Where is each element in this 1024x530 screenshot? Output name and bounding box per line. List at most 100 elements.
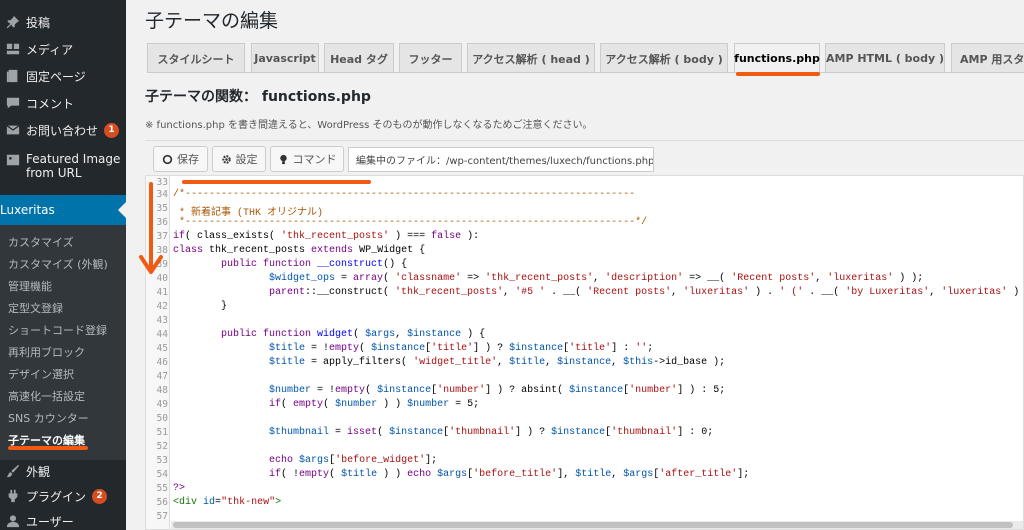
tab-functions-php[interactable]: functions.php xyxy=(734,43,820,73)
code-line: public function __construct() { xyxy=(221,259,408,270)
submenu-customize[interactable]: カスタマイズ xyxy=(8,234,74,250)
sidebar-item-label-2: from URL xyxy=(26,166,82,180)
line-number: 54 xyxy=(156,469,168,480)
luxeritas-submenu: カスタマイズ カスタマイズ (外観) 管理機能 定型文登録 ショートコード登録 … xyxy=(0,225,126,460)
submenu-management[interactable]: 管理機能 xyxy=(8,278,52,294)
line-number: 49 xyxy=(156,399,168,410)
submenu-speedup-settings[interactable]: 高速化一括設定 xyxy=(8,388,85,404)
line-number: 47 xyxy=(156,371,168,382)
toolbar-divider xyxy=(145,140,1024,141)
tab-head-tag[interactable]: Head タグ xyxy=(324,43,394,73)
line-number: 45 xyxy=(156,343,168,354)
submenu-phrase-register[interactable]: 定型文登録 xyxy=(8,300,63,316)
line-number: 44 xyxy=(156,329,168,340)
annotation-underline-submenu xyxy=(8,446,88,450)
code-line: public function widget( $args, $instance… xyxy=(221,329,486,340)
annotation-underline-toolbar xyxy=(182,180,371,184)
brush-icon xyxy=(0,464,26,478)
line-number: 52 xyxy=(156,441,168,452)
code-line: if( class_exists( 'thk_recent_posts' ) =… xyxy=(173,231,480,242)
annotation-arrow-down-icon xyxy=(139,182,163,274)
submenu-design-select[interactable]: デザイン選択 xyxy=(8,366,74,382)
code-line: <div id="thk-new"> xyxy=(173,497,282,508)
submenu-customize-appearance[interactable]: カスタマイズ (外観) xyxy=(8,256,108,272)
sidebar-item-contact[interactable]: お問い合わせ 1 xyxy=(0,120,126,140)
tab-stylesheet[interactable]: スタイルシート xyxy=(147,43,245,73)
code-line: if( !empty( $title ) ) echo $args['befor… xyxy=(269,469,750,480)
sidebar-item-plugins[interactable]: プラグイン 2 xyxy=(0,486,126,506)
line-number: 55 xyxy=(156,483,168,494)
line-number: 50 xyxy=(156,413,168,424)
submenu-reusable-blocks[interactable]: 再利用ブロック xyxy=(8,344,85,360)
tab-analytics-head[interactable]: アクセス解析 ( head ) xyxy=(467,43,595,73)
save-button[interactable]: 保存 xyxy=(153,146,208,172)
image-icon xyxy=(0,153,26,167)
settings-button[interactable]: 設定 xyxy=(212,146,266,172)
code-line: *---------------------------------------… xyxy=(173,217,648,228)
admin-sidebar: 投稿 メディア 固定ページ コメント お問い合わせ 1 Featured Ima… xyxy=(0,0,126,530)
circle-icon xyxy=(162,154,173,164)
command-button-label: コマンド xyxy=(292,154,337,166)
tab-amp-style[interactable]: AMP 用スタ xyxy=(951,43,1024,73)
plugin-icon xyxy=(0,489,26,503)
sidebar-item-appearance[interactable]: 外観 xyxy=(0,461,126,481)
page-title: 子テーマの編集 xyxy=(145,10,279,32)
code-line: $widget_ops = array( 'classname' => 'thk… xyxy=(269,273,924,284)
code-line: $number = !empty( $instance['number'] ) … xyxy=(269,385,726,396)
code-line: $thumbnail = isset( $instance['thumbnail… xyxy=(269,427,714,438)
section-title: 子テーマの関数： functions.php xyxy=(145,89,371,105)
sidebar-item-comments[interactable]: コメント xyxy=(0,93,126,113)
comment-icon xyxy=(0,96,26,110)
code-line: /*--------------------------------------… xyxy=(173,189,636,200)
file-path-display: 編集中のファイル：/wp-content/themes/luxech/funct… xyxy=(348,147,654,172)
horizontal-scrollbar[interactable] xyxy=(171,521,1023,529)
save-button-label: 保存 xyxy=(177,154,199,166)
sidebar-item-luxeritas[interactable]: Luxeritas xyxy=(0,195,126,229)
code-line: $title = !empty( $instance['title'] ) ? … xyxy=(269,343,654,354)
line-number: 42 xyxy=(156,301,168,312)
user-icon xyxy=(0,514,26,528)
tab-footer[interactable]: フッター xyxy=(399,43,462,73)
pin-icon xyxy=(0,15,26,29)
editor-tabs: スタイルシート Javascript Head タグ フッター アクセス解析 (… xyxy=(147,43,1024,73)
line-number: 51 xyxy=(156,427,168,438)
sidebar-item-media[interactable]: メディア xyxy=(0,39,126,59)
code-line: ?> xyxy=(173,483,186,494)
command-button[interactable]: コマンド xyxy=(270,146,344,172)
code-line: parent::__construct( 'thk_recent_posts',… xyxy=(269,287,1020,298)
line-number: 41 xyxy=(156,287,168,298)
line-number: 43 xyxy=(156,315,168,326)
page-icon xyxy=(0,69,26,83)
code-line: $title = apply_filters( 'widget_title', … xyxy=(269,357,726,368)
code-line: if( empty( $number ) ) $number = 5; xyxy=(269,399,480,410)
tab-javascript[interactable]: Javascript xyxy=(251,43,319,73)
lightbulb-icon xyxy=(279,154,287,164)
mail-icon xyxy=(0,123,26,137)
sidebar-item-featured-image[interactable]: Featured Image from URL xyxy=(0,152,126,182)
notification-badge: 1 xyxy=(104,122,120,138)
tabs-divider xyxy=(147,72,1024,73)
sidebar-item-label: Featured Image xyxy=(26,152,121,166)
code-line: echo $args['before_widget']; xyxy=(269,455,438,466)
media-icon xyxy=(0,42,26,56)
scrollbar-thumb[interactable] xyxy=(173,522,1013,528)
line-number: 57 xyxy=(156,511,168,522)
settings-button-label: 設定 xyxy=(235,154,258,166)
sidebar-item-pages[interactable]: 固定ページ xyxy=(0,66,126,86)
update-badge: 2 xyxy=(92,488,108,504)
warning-notice: ※ functions.php を書き間違えると、WordPress そのものが… xyxy=(145,120,593,131)
code-line: class thk_recent_posts extends WP_Widget… xyxy=(173,245,426,256)
gear-icon xyxy=(221,154,231,164)
line-number: 48 xyxy=(156,385,168,396)
line-number: 53 xyxy=(156,455,168,466)
submenu-shortcode-register[interactable]: ショートコード登録 xyxy=(8,322,107,338)
sidebar-item-users[interactable]: ユーザー xyxy=(0,512,126,530)
line-number: 56 xyxy=(156,497,168,508)
line-number: 46 xyxy=(156,357,168,368)
tab-amp-html-body[interactable]: AMP HTML ( body ) xyxy=(825,43,945,73)
annotation-underline-tab xyxy=(736,72,820,76)
sidebar-item-posts[interactable]: 投稿 xyxy=(0,12,126,32)
tab-analytics-body[interactable]: アクセス解析 ( body ) xyxy=(600,43,728,73)
code-editor[interactable]: 33 34 35 36 37 38 39 40 41 42 43 44 45 4… xyxy=(145,175,1024,530)
submenu-sns-counter[interactable]: SNS カウンター xyxy=(8,410,89,426)
